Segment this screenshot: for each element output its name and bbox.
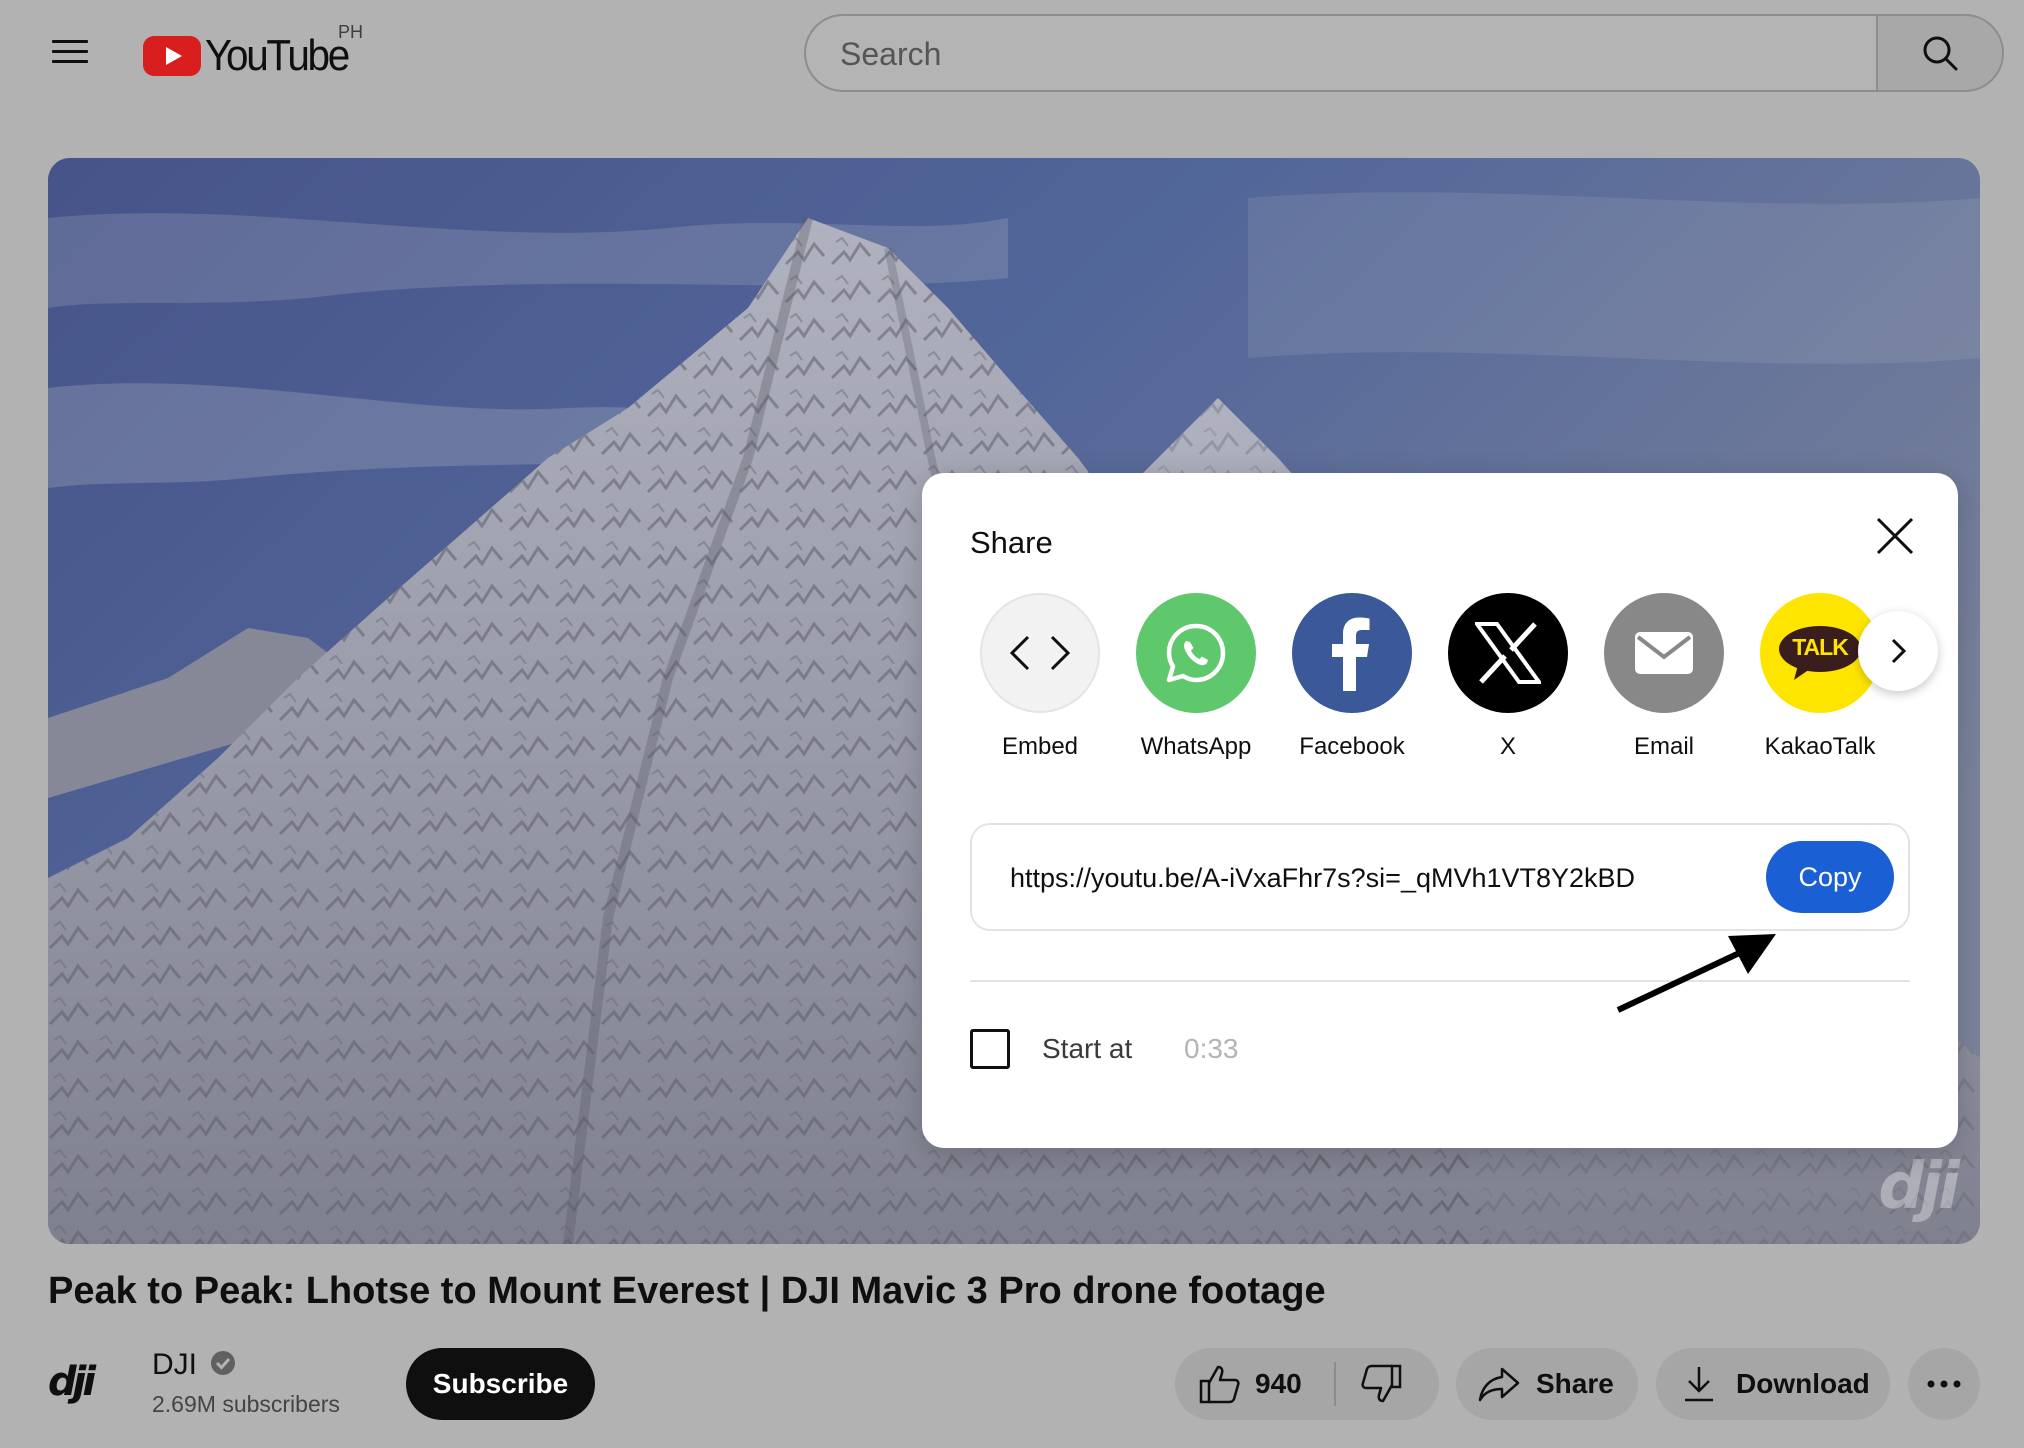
next-button[interactable] <box>1858 611 1938 691</box>
share-target-whatsapp[interactable]: WhatsApp <box>1118 593 1274 761</box>
like-button[interactable]: 940 <box>1175 1348 1334 1420</box>
more-actions-button[interactable] <box>1908 1348 1980 1420</box>
start-at-label: Start at <box>1042 1033 1133 1064</box>
search-input[interactable] <box>838 16 1802 92</box>
download-button[interactable]: Download <box>1656 1348 1890 1420</box>
dji-watermark: dji <box>1878 1150 1960 1224</box>
subscribe-button[interactable]: Subscribe <box>406 1348 595 1420</box>
share-target-label: X <box>1499 733 1516 760</box>
share-icon <box>1478 1367 1520 1402</box>
thumbs-down-icon <box>1361 1364 1402 1403</box>
share-url-box: Copy <box>970 823 1910 931</box>
email-icon <box>1604 593 1724 713</box>
close-button[interactable] <box>1872 513 1918 559</box>
download-label: Download <box>1736 1368 1870 1399</box>
search-icon <box>1923 36 1958 71</box>
more-horizontal-icon <box>1927 1380 1961 1388</box>
menu-icon[interactable] <box>48 36 96 68</box>
share-target-email[interactable]: Email <box>1586 593 1742 761</box>
channel-name[interactable]: DJI <box>152 1348 197 1382</box>
start-at-checkbox[interactable] <box>970 1029 1010 1069</box>
embed-icon <box>980 593 1100 713</box>
youtube-play-icon <box>143 36 201 76</box>
copy-button[interactable]: Copy <box>1766 841 1894 913</box>
country-code: PH <box>338 22 364 42</box>
share-dialog-title: Share <box>970 525 1053 560</box>
whatsapp-icon <box>1136 593 1256 713</box>
kakaotalk-badge: TALK <box>1792 634 1849 660</box>
search-button[interactable] <box>1876 14 2004 92</box>
share-target-embed[interactable]: Embed <box>962 593 1118 761</box>
share-target-label: Embed <box>1001 733 1079 760</box>
logo-text: YouTube <box>205 31 350 80</box>
search-box[interactable] <box>804 14 1876 92</box>
youtube-logo[interactable]: YouTube <box>143 28 360 84</box>
share-url-field[interactable] <box>1008 825 1652 931</box>
chevron-right-icon <box>1891 638 1907 664</box>
share-target-x[interactable]: X <box>1430 593 1586 761</box>
start-at-time: 0:33 <box>1184 1033 1239 1064</box>
like-dislike-group: 940 <box>1175 1348 1439 1420</box>
x-icon <box>1448 593 1568 713</box>
channel-avatar[interactable]: dji <box>48 1360 128 1404</box>
download-icon <box>1685 1367 1713 1402</box>
annotation-arrow-icon <box>1616 934 1776 1013</box>
subscriber-count: 2.69M subscribers <box>152 1391 340 1417</box>
share-target-label: Facebook <box>1299 733 1405 760</box>
close-icon <box>1876 517 1914 555</box>
video-title: Peak to Peak: Lhotse to Mount Everest | … <box>48 1270 1326 1312</box>
share-button[interactable]: Share <box>1456 1348 1638 1420</box>
like-count: 940 <box>1255 1368 1302 1399</box>
dislike-button[interactable] <box>1336 1348 1439 1420</box>
share-target-facebook[interactable]: Facebook <box>1274 593 1430 761</box>
share-target-label: Email <box>1633 733 1694 760</box>
share-target-label: WhatsApp <box>1140 733 1252 760</box>
share-dialog: Share Embed WhatsApp Facebook X Email TA… <box>922 473 1958 1148</box>
share-label: Share <box>1536 1368 1614 1399</box>
share-target-label: KakaoTalk <box>1764 733 1876 760</box>
verified-icon <box>211 1351 235 1375</box>
facebook-icon <box>1292 593 1412 713</box>
thumbs-up-icon <box>1199 1365 1240 1404</box>
